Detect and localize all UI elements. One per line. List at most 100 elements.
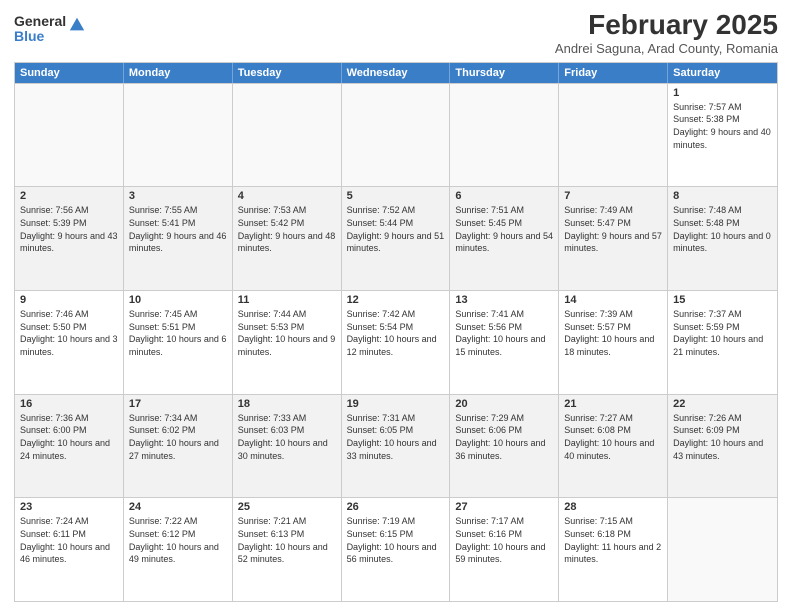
calendar-row-1: 2Sunrise: 7:56 AM Sunset: 5:39 PM Daylig… (15, 186, 777, 290)
day-info: Sunrise: 7:45 AM Sunset: 5:51 PM Dayligh… (129, 308, 227, 358)
calendar-cell: 24 Sunrise: 7:22 AM Sunset: 6:12 PM Dayli… (124, 498, 233, 601)
day-info: Sunrise: 7:22 AM Sunset: 6:12 PM Dayligh… (129, 515, 227, 565)
day-number: 20 (455, 398, 553, 410)
calendar-cell (15, 84, 124, 187)
calendar-cell: 15 Sunrise: 7:37 AM Sunset: 5:59 PM Dayli… (668, 291, 777, 394)
calendar-cell: 10 Sunrise: 7:45 AM Sunset: 5:51 PM Dayli… (124, 291, 233, 394)
day-number: 9 (20, 294, 118, 306)
calendar-cell: 7 Sunrise: 7:49 AM Sunset: 5:47 PM Daylig… (559, 187, 668, 290)
day-number: 8 (673, 190, 772, 202)
day-info: Sunrise: 7:15 AM Sunset: 6:18 PM Dayligh… (564, 515, 662, 565)
day-info: Sunrise: 7:33 AM Sunset: 6:03 PM Dayligh… (238, 412, 336, 462)
day-info: Sunrise: 7:26 AM Sunset: 6:09 PM Dayligh… (673, 412, 772, 462)
calendar-row-2: 9 Sunrise: 7:46 AM Sunset: 5:50 PM Daylig… (15, 290, 777, 394)
calendar-cell: 17Sunrise: 7:34 AM Sunset: 6:02 PM Dayli… (124, 395, 233, 498)
day-info: Sunrise: 7:37 AM Sunset: 5:59 PM Dayligh… (673, 308, 772, 358)
day-info: Sunrise: 7:53 AM Sunset: 5:42 PM Dayligh… (238, 204, 336, 254)
header-day-sunday: Sunday (15, 63, 124, 83)
day-info: Sunrise: 7:34 AM Sunset: 6:02 PM Dayligh… (129, 412, 227, 462)
day-number: 23 (20, 501, 118, 513)
logo: General Blue (14, 14, 86, 45)
location-subtitle: Andrei Saguna, Arad County, Romania (555, 41, 778, 56)
day-info: Sunrise: 7:42 AM Sunset: 5:54 PM Dayligh… (347, 308, 445, 358)
calendar-cell: 22 Sunrise: 7:26 AM Sunset: 6:09 PM Dayli… (668, 395, 777, 498)
day-info: Sunrise: 7:46 AM Sunset: 5:50 PM Dayligh… (20, 308, 118, 358)
header-day-wednesday: Wednesday (342, 63, 451, 83)
calendar-cell: 26 Sunrise: 7:19 AM Sunset: 6:15 PM Dayli… (342, 498, 451, 601)
header-day-tuesday: Tuesday (233, 63, 342, 83)
day-number: 22 (673, 398, 772, 410)
day-number: 28 (564, 501, 662, 513)
calendar-cell (124, 84, 233, 187)
calendar-cell: 25Sunrise: 7:21 AM Sunset: 6:13 PM Dayli… (233, 498, 342, 601)
calendar-cell: 16Sunrise: 7:36 AM Sunset: 6:00 PM Dayli… (15, 395, 124, 498)
day-number: 25 (238, 501, 336, 513)
calendar-row-3: 16Sunrise: 7:36 AM Sunset: 6:00 PM Dayli… (15, 394, 777, 498)
day-info: Sunrise: 7:55 AM Sunset: 5:41 PM Dayligh… (129, 204, 227, 254)
day-info: Sunrise: 7:44 AM Sunset: 5:53 PM Dayligh… (238, 308, 336, 358)
day-number: 21 (564, 398, 662, 410)
page: General Blue February 2025 Andrei Saguna… (0, 0, 792, 612)
day-info: Sunrise: 7:31 AM Sunset: 6:05 PM Dayligh… (347, 412, 445, 462)
calendar-cell: 11Sunrise: 7:44 AM Sunset: 5:53 PM Dayli… (233, 291, 342, 394)
calendar-cell: 8 Sunrise: 7:48 AM Sunset: 5:48 PM Daylig… (668, 187, 777, 290)
calendar-cell: 27 Sunrise: 7:17 AM Sunset: 6:16 PM Dayli… (450, 498, 559, 601)
calendar-cell: 9 Sunrise: 7:46 AM Sunset: 5:50 PM Daylig… (15, 291, 124, 394)
day-info: Sunrise: 7:56 AM Sunset: 5:39 PM Dayligh… (20, 204, 118, 254)
day-number: 14 (564, 294, 662, 306)
day-info: Sunrise: 7:39 AM Sunset: 5:57 PM Dayligh… (564, 308, 662, 358)
day-info: Sunrise: 7:17 AM Sunset: 6:16 PM Dayligh… (455, 515, 553, 565)
day-number: 1 (673, 87, 772, 99)
calendar-cell: 21Sunrise: 7:27 AM Sunset: 6:08 PM Dayli… (559, 395, 668, 498)
calendar-cell: 12 Sunrise: 7:42 AM Sunset: 5:54 PM Dayli… (342, 291, 451, 394)
calendar-cell: 18Sunrise: 7:33 AM Sunset: 6:03 PM Dayli… (233, 395, 342, 498)
calendar-cell: 4 Sunrise: 7:53 AM Sunset: 5:42 PM Daylig… (233, 187, 342, 290)
day-info: Sunrise: 7:49 AM Sunset: 5:47 PM Dayligh… (564, 204, 662, 254)
day-number: 4 (238, 190, 336, 202)
calendar-row-0: 1 Sunrise: 7:57 AM Sunset: 5:38 PM Daylig… (15, 83, 777, 187)
calendar-cell: 23 Sunrise: 7:24 AM Sunset: 6:11 PM Dayli… (15, 498, 124, 601)
calendar-cell: 3 Sunrise: 7:55 AM Sunset: 5:41 PM Daylig… (124, 187, 233, 290)
header-day-thursday: Thursday (450, 63, 559, 83)
calendar-cell: 14 Sunrise: 7:39 AM Sunset: 5:57 PM Dayli… (559, 291, 668, 394)
day-number: 27 (455, 501, 553, 513)
day-info: Sunrise: 7:19 AM Sunset: 6:15 PM Dayligh… (347, 515, 445, 565)
day-number: 7 (564, 190, 662, 202)
logo-general: General (14, 14, 66, 29)
day-number: 26 (347, 501, 445, 513)
day-info: Sunrise: 7:29 AM Sunset: 6:06 PM Dayligh… (455, 412, 553, 462)
header: General Blue February 2025 Andrei Saguna… (14, 10, 778, 56)
calendar-header: SundayMondayTuesdayWednesdayThursdayFrid… (15, 63, 777, 83)
day-number: 10 (129, 294, 227, 306)
logo-text: General Blue (14, 14, 66, 45)
day-number: 24 (129, 501, 227, 513)
calendar-cell: 5 Sunrise: 7:52 AM Sunset: 5:44 PM Daylig… (342, 187, 451, 290)
month-title: February 2025 (555, 10, 778, 41)
day-number: 15 (673, 294, 772, 306)
day-number: 19 (347, 398, 445, 410)
day-info: Sunrise: 7:57 AM Sunset: 5:38 PM Dayligh… (673, 101, 772, 151)
day-info: Sunrise: 7:52 AM Sunset: 5:44 PM Dayligh… (347, 204, 445, 254)
header-day-monday: Monday (124, 63, 233, 83)
day-number: 12 (347, 294, 445, 306)
calendar-cell: 1 Sunrise: 7:57 AM Sunset: 5:38 PM Daylig… (668, 84, 777, 187)
day-number: 5 (347, 190, 445, 202)
logo-blue: Blue (14, 29, 66, 44)
calendar-row-4: 23 Sunrise: 7:24 AM Sunset: 6:11 PM Dayli… (15, 497, 777, 601)
calendar-cell: 20 Sunrise: 7:29 AM Sunset: 6:06 PM Dayli… (450, 395, 559, 498)
day-number: 16 (20, 398, 118, 410)
calendar-cell (450, 84, 559, 187)
calendar: SundayMondayTuesdayWednesdayThursdayFrid… (14, 62, 778, 602)
title-block: February 2025 Andrei Saguna, Arad County… (555, 10, 778, 56)
calendar-cell: 13Sunrise: 7:41 AM Sunset: 5:56 PM Dayli… (450, 291, 559, 394)
day-info: Sunrise: 7:48 AM Sunset: 5:48 PM Dayligh… (673, 204, 772, 254)
calendar-body: 1 Sunrise: 7:57 AM Sunset: 5:38 PM Daylig… (15, 83, 777, 601)
day-number: 13 (455, 294, 553, 306)
logo-icon (68, 16, 86, 34)
day-info: Sunrise: 7:24 AM Sunset: 6:11 PM Dayligh… (20, 515, 118, 565)
calendar-cell: 6Sunrise: 7:51 AM Sunset: 5:45 PM Daylig… (450, 187, 559, 290)
day-number: 6 (455, 190, 553, 202)
day-number: 3 (129, 190, 227, 202)
calendar-cell: 19 Sunrise: 7:31 AM Sunset: 6:05 PM Dayli… (342, 395, 451, 498)
calendar-cell: 28 Sunrise: 7:15 AM Sunset: 6:18 PM Dayli… (559, 498, 668, 601)
